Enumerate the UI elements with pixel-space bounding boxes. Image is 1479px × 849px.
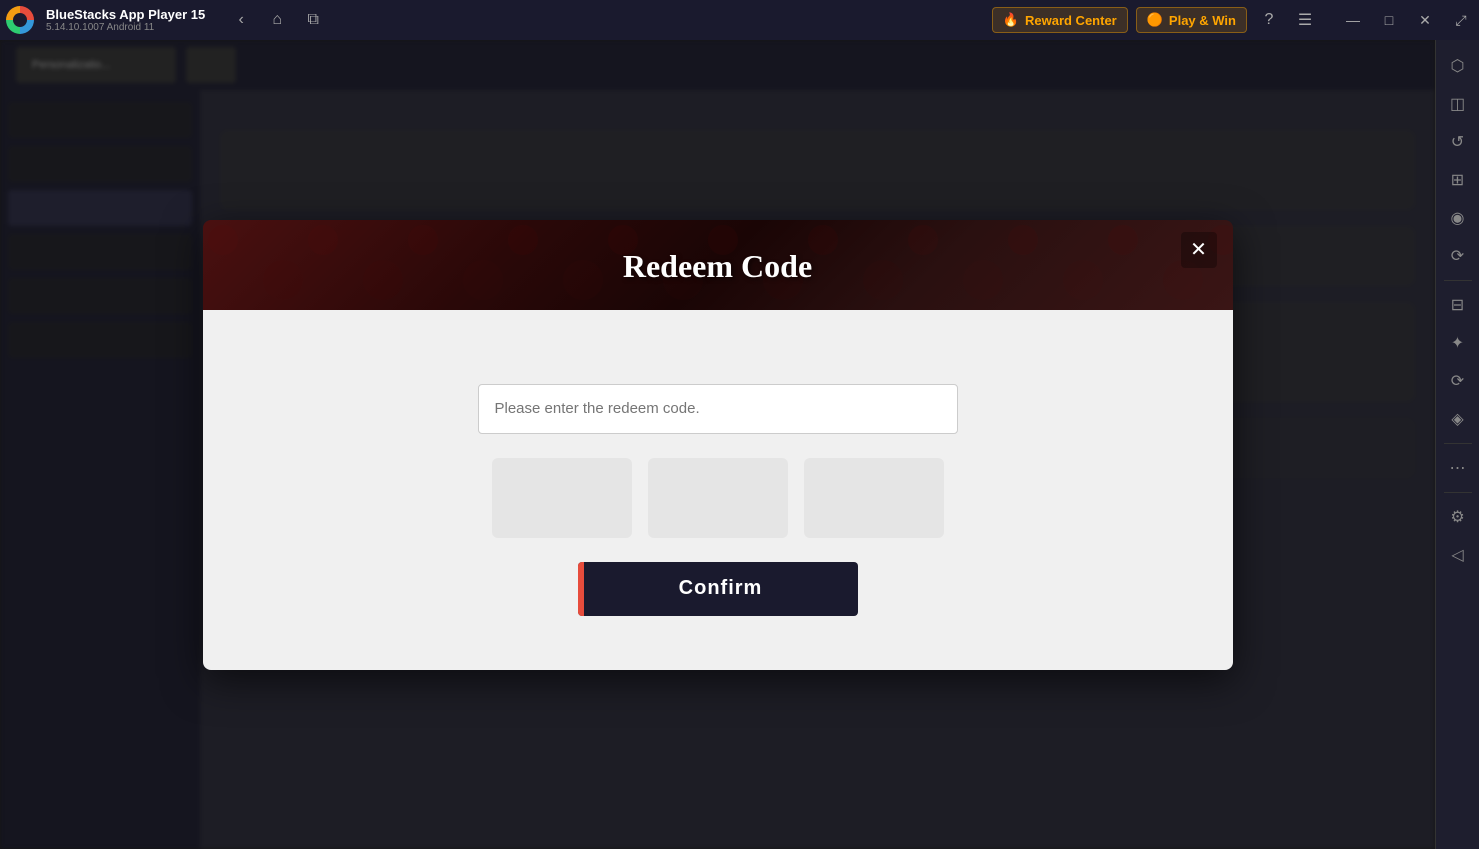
sidebar-icon-2[interactable]: ◫	[1440, 86, 1476, 122]
logo-circle	[6, 6, 34, 34]
title-bar-right: 🔥 Reward Center 🟠 Play & Win ? ☰	[992, 6, 1319, 34]
sidebar-divider-1	[1444, 280, 1472, 281]
sidebar-divider-3	[1444, 492, 1472, 493]
back-button[interactable]: ‹	[225, 4, 257, 36]
reward-center-label: Reward Center	[1025, 13, 1117, 28]
nav-buttons: ‹ ⌂ ⧉	[225, 4, 329, 36]
home-button[interactable]: ⌂	[261, 4, 293, 36]
dialog-title: Redeem Code	[623, 248, 812, 285]
sidebar-icon-10[interactable]: ◈	[1440, 401, 1476, 437]
confirm-button[interactable]: Confirm	[578, 562, 858, 616]
menu-button[interactable]: ☰	[1291, 6, 1319, 34]
minimize-button[interactable]: —	[1335, 0, 1371, 40]
right-sidebar: ⬡ ◫ ↺ ⊞ ◉ ⟳ ⊟ ✦ ⟳ ◈ ⋯ ⚙ ◁	[1435, 40, 1479, 849]
sidebar-icon-9[interactable]: ⟳	[1440, 363, 1476, 399]
sidebar-icon-6[interactable]: ⟳	[1440, 238, 1476, 274]
app-version: 5.14.10.1007 Android 11	[46, 22, 205, 33]
redeem-code-dialog: Redeem Code ✕ Confirm	[203, 220, 1233, 670]
dialog-close-button[interactable]: ✕	[1181, 232, 1217, 268]
sidebar-back-icon[interactable]: ◁	[1440, 537, 1476, 573]
maximize-button[interactable]: □	[1371, 0, 1407, 40]
sidebar-icon-7[interactable]: ⊟	[1440, 287, 1476, 323]
dialog-body: Confirm	[203, 310, 1233, 670]
tabs-button[interactable]: ⧉	[297, 4, 329, 36]
reward-center-icon: 🔥	[1003, 12, 1019, 28]
redeem-code-input[interactable]	[478, 384, 958, 434]
confirm-button-label: Confirm	[679, 577, 763, 600]
help-button[interactable]: ?	[1255, 6, 1283, 34]
app-name: BlueStacks App Player 15	[46, 7, 205, 22]
play-win-icon: 🟠	[1147, 12, 1163, 28]
play-win-label: Play & Win	[1169, 13, 1236, 28]
sidebar-divider-2	[1444, 443, 1472, 444]
sidebar-icon-8[interactable]: ✦	[1440, 325, 1476, 361]
window-controls: — □ ✕ ⤢	[1335, 0, 1479, 40]
sidebar-icon-4[interactable]: ⊞	[1440, 162, 1476, 198]
app-info: BlueStacks App Player 15 5.14.10.1007 An…	[46, 7, 205, 33]
dialog-header: Redeem Code ✕	[203, 220, 1233, 310]
reward-center-button[interactable]: 🔥 Reward Center	[992, 7, 1128, 33]
play-win-button[interactable]: 🟠 Play & Win	[1136, 7, 1247, 33]
expand-button[interactable]: ⤢	[1443, 0, 1479, 40]
sidebar-icon-3[interactable]: ↺	[1440, 124, 1476, 160]
close-button[interactable]: ✕	[1407, 0, 1443, 40]
sidebar-icon-1[interactable]: ⬡	[1440, 48, 1476, 84]
sidebar-icon-11[interactable]: ⋯	[1440, 450, 1476, 486]
sidebar-icon-5[interactable]: ◉	[1440, 200, 1476, 236]
app-logo	[0, 0, 40, 40]
logo-inner	[13, 13, 27, 27]
dialog-bg-decorations	[243, 458, 1193, 538]
title-bar: BlueStacks App Player 15 5.14.10.1007 An…	[0, 0, 1479, 40]
sidebar-settings-icon[interactable]: ⚙	[1440, 499, 1476, 535]
